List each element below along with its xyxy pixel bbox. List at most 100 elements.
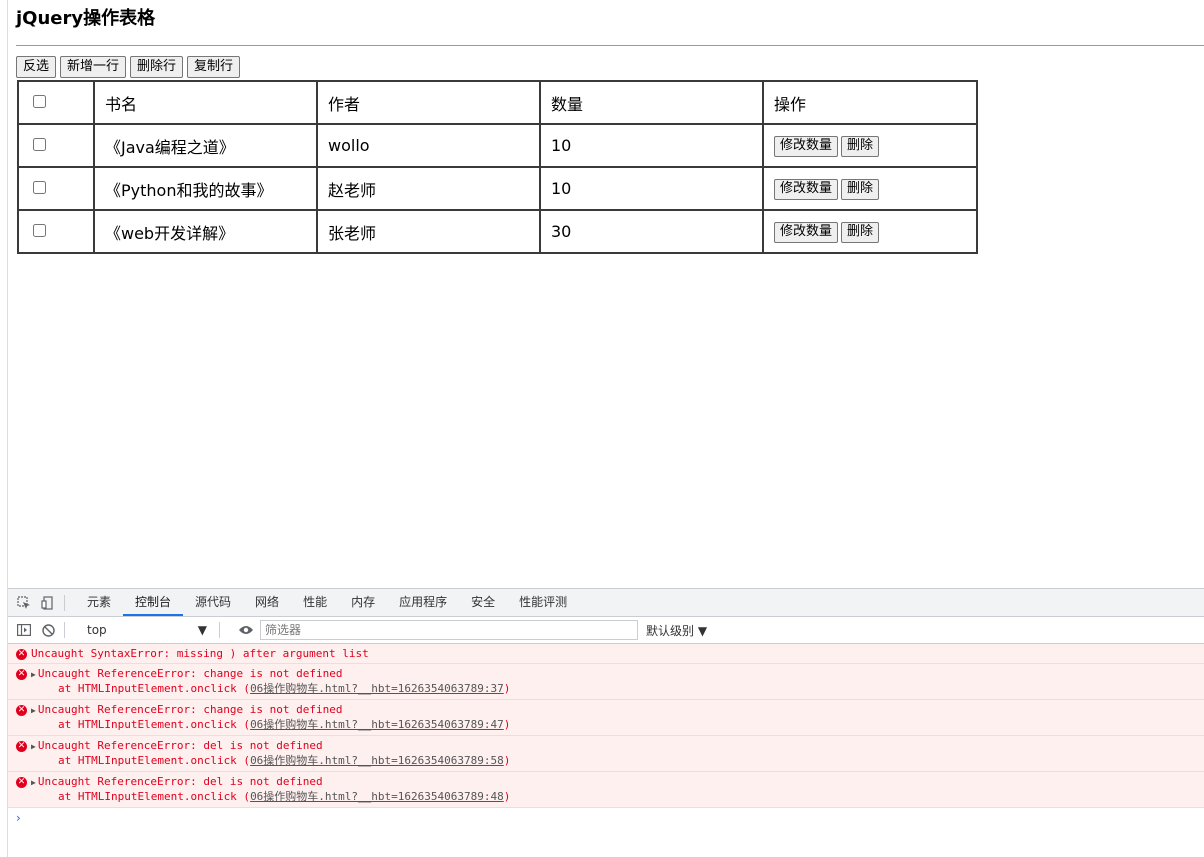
tab-security[interactable]: 安全 [459, 589, 507, 616]
book-author: 张老师 [316, 209, 541, 254]
console-entry[interactable]: ✕ ▶ Uncaught ReferenceError: del is not de… [8, 736, 1204, 772]
stack-frame: at HTMLInputElement.onclick (06操作购物车.htm… [16, 788, 1204, 804]
console-toolbar: top ▼ 默认级别 ▼ [8, 617, 1204, 644]
tab-lighthouse[interactable]: 性能评测 [507, 589, 579, 616]
row-actions: 修改数量 删除 [762, 123, 978, 168]
error-icon: ✕ [16, 668, 27, 680]
source-link[interactable]: 06操作购物车.html?__hbt=1626354063789:37 [250, 682, 504, 695]
error-message: Uncaught ReferenceError: del is not defi… [37, 739, 323, 752]
devtools-panel: 元素 控制台 源代码 网络 性能 内存 应用程序 安全 性能评测 top ▼ 默… [8, 588, 1204, 857]
edit-count-button[interactable]: 修改数量 [774, 221, 839, 243]
context-label: top [87, 623, 107, 637]
console-entry[interactable]: ✕ ▶ Uncaught ReferenceError: del is not de… [8, 772, 1204, 808]
table-row: 《Python和我的故事》 赵老师 10 修改数量 删除 [17, 166, 978, 211]
delete-button[interactable]: 删除 [841, 178, 880, 200]
invert-select-button[interactable]: 反选 [16, 56, 57, 78]
tab-application[interactable]: 应用程序 [387, 589, 459, 616]
stack-frame-text: at HTMLInputElement.onclick ( [58, 790, 251, 803]
toolbar: 反选 新增一行 删除行 复制行 [16, 56, 241, 78]
row-checkbox-cell [17, 209, 95, 254]
row-actions: 修改数量 删除 [762, 166, 978, 211]
row-checkbox[interactable] [33, 224, 46, 237]
expand-triangle-icon[interactable]: ▶ [31, 706, 36, 715]
left-gutter [0, 0, 8, 857]
delete-button[interactable]: 删除 [841, 221, 880, 243]
expand-triangle-icon[interactable]: ▶ [31, 778, 36, 787]
add-row-button[interactable]: 新增一行 [60, 56, 127, 78]
error-icon: ✕ [16, 776, 27, 788]
console-entry[interactable]: ✕ ▶ Uncaught ReferenceError: change is not… [8, 664, 1204, 700]
source-link[interactable]: 06操作购物车.html?__hbt=1626354063789:47 [250, 718, 504, 731]
context-selector[interactable]: top ▼ [83, 621, 211, 639]
book-author: 赵老师 [316, 166, 541, 211]
stack-frame-suffix: ) [503, 754, 511, 767]
book-name: 《Java编程之道》 [93, 123, 318, 168]
console-log: ✕ Uncaught SyntaxError: missing ) after a… [8, 644, 1204, 808]
books-table: 书名 作者 数量 操作 《Java编程之道》 wollo 10 修改数量 删除 《… [17, 80, 978, 254]
delete-row-button[interactable]: 删除行 [130, 56, 184, 78]
error-message: Uncaught ReferenceError: change is not d… [37, 703, 343, 716]
header-author: 作者 [316, 80, 541, 125]
error-icon: ✕ [16, 740, 27, 752]
inspect-element-icon[interactable] [16, 595, 32, 611]
book-count: 10 [539, 123, 764, 168]
book-count: 10 [539, 166, 764, 211]
tabbar-separator [64, 594, 65, 611]
toolbar-separator [64, 622, 65, 638]
stack-frame: at HTMLInputElement.onclick (06操作购物车.htm… [16, 752, 1204, 768]
console-prompt[interactable]: › [8, 808, 1204, 828]
edit-count-button[interactable]: 修改数量 [774, 135, 839, 157]
stack-frame-text: at HTMLInputElement.onclick ( [58, 718, 251, 731]
source-link[interactable]: 06操作购物车.html?__hbt=1626354063789:48 [250, 790, 504, 803]
divider [16, 45, 1204, 46]
error-icon: ✕ [16, 648, 27, 660]
copy-row-button[interactable]: 复制行 [187, 56, 241, 78]
table-header-row: 书名 作者 数量 操作 [17, 80, 978, 125]
page-title: jQuery操作表格 [16, 8, 156, 29]
book-count: 30 [539, 209, 764, 254]
stack-frame-text: at HTMLInputElement.onclick ( [58, 754, 251, 767]
row-checkbox[interactable] [33, 138, 46, 151]
book-name: 《Python和我的故事》 [93, 166, 318, 211]
book-name: 《web开发详解》 [93, 209, 318, 254]
tab-performance[interactable]: 性能 [291, 589, 339, 616]
eye-icon[interactable] [238, 622, 254, 638]
error-message: Uncaught ReferenceError: change is not d… [37, 667, 343, 680]
console-entry: ✕ Uncaught SyntaxError: missing ) after a… [8, 644, 1204, 664]
sidebar-toggle-icon[interactable] [16, 622, 32, 638]
log-levels-dropdown[interactable]: 默认级别 ▼ [646, 622, 707, 639]
row-checkbox-cell [17, 123, 95, 168]
page-content: jQuery操作表格 反选 新增一行 删除行 复制行 书名 作者 数量 操作 《… [8, 0, 1204, 588]
stack-frame-suffix: ) [503, 790, 511, 803]
tab-network[interactable]: 网络 [243, 589, 291, 616]
table-row: 《web开发详解》 张老师 30 修改数量 删除 [17, 209, 978, 254]
devtools-tabbar: 元素 控制台 源代码 网络 性能 内存 应用程序 安全 性能评测 [8, 589, 1204, 617]
source-link[interactable]: 06操作购物车.html?__hbt=1626354063789:58 [250, 754, 504, 767]
row-actions: 修改数量 删除 [762, 209, 978, 254]
device-toolbar-icon[interactable] [40, 595, 56, 611]
stack-frame-suffix: ) [503, 718, 511, 731]
console-entry[interactable]: ✕ ▶ Uncaught ReferenceError: change is not… [8, 700, 1204, 736]
chevron-down-icon: ▼ [197, 623, 207, 637]
table-row: 《Java编程之道》 wollo 10 修改数量 删除 [17, 123, 978, 168]
tab-sources[interactable]: 源代码 [183, 589, 243, 616]
expand-triangle-icon[interactable]: ▶ [31, 670, 36, 679]
prompt-chevron-icon: › [16, 811, 21, 825]
select-all-checkbox[interactable] [33, 95, 46, 108]
expand-triangle-icon[interactable]: ▶ [31, 742, 36, 751]
edit-count-button[interactable]: 修改数量 [774, 178, 839, 200]
header-count: 数量 [539, 80, 764, 125]
tab-memory[interactable]: 内存 [339, 589, 387, 616]
header-checkbox-cell [17, 80, 95, 125]
error-icon: ✕ [16, 704, 27, 716]
error-message: Uncaught SyntaxError: missing ) after ar… [31, 647, 369, 660]
tab-elements[interactable]: 元素 [75, 589, 123, 616]
delete-button[interactable]: 删除 [841, 135, 880, 157]
row-checkbox[interactable] [33, 181, 46, 194]
clear-console-icon[interactable] [40, 622, 56, 638]
tab-console[interactable]: 控制台 [123, 589, 184, 616]
stack-frame-text: at HTMLInputElement.onclick ( [58, 682, 251, 695]
stack-frame: at HTMLInputElement.onclick (06操作购物车.htm… [16, 680, 1204, 696]
console-filter-input[interactable] [260, 620, 638, 640]
stack-frame: at HTMLInputElement.onclick (06操作购物车.htm… [16, 716, 1204, 732]
